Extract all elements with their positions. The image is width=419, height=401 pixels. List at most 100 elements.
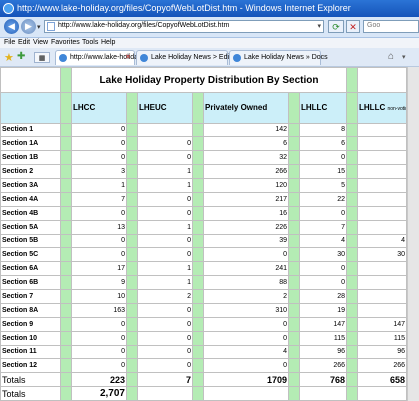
table-row: Section 3A 1 1 120 5 bbox=[0, 178, 408, 193]
cell-private: 88 bbox=[203, 275, 289, 290]
table-row: Section 11 0 0 4 96 96 bbox=[0, 344, 408, 360]
cell-lhcc: 10 bbox=[71, 289, 127, 304]
menu-bar: File Edit View Favorites Tools Help bbox=[0, 38, 419, 48]
cell-lheuc: 0 bbox=[137, 316, 193, 332]
section-label: Section 8A bbox=[0, 302, 61, 318]
menu-help[interactable]: Help bbox=[101, 39, 115, 46]
grand-total-value: 2,707 bbox=[71, 386, 127, 401]
col-header-private: Privately Owned bbox=[203, 92, 289, 124]
home-dropdown-icon[interactable]: ▾ bbox=[402, 53, 406, 61]
cell-lhllc: 6 bbox=[298, 136, 348, 152]
tab-edit[interactable]: Lake Holiday News > Edit — ... bbox=[136, 50, 248, 65]
menu-file[interactable]: File bbox=[4, 39, 15, 46]
cell-lhcc: 0 bbox=[71, 136, 127, 152]
cell-lheuc: 0 bbox=[137, 205, 193, 221]
page-title: Lake Holiday Property Distribution By Se… bbox=[70, 67, 348, 94]
close-tab-icon[interactable]: ✕ bbox=[125, 53, 131, 61]
cell-lhllc: 0 bbox=[298, 150, 348, 166]
tab-current[interactable]: http://www.lake-holiday... ✕ bbox=[55, 50, 147, 65]
search-input[interactable]: Goo bbox=[363, 20, 419, 33]
cell-private: 16 bbox=[203, 205, 289, 221]
cell-lhllc-nonvoting bbox=[357, 136, 408, 152]
cell-lhllc: 19 bbox=[298, 302, 348, 318]
favorites-star-icon[interactable]: ★ bbox=[4, 51, 14, 64]
quick-tabs-icon[interactable]: ▦ bbox=[34, 52, 50, 63]
page-icon bbox=[47, 22, 55, 31]
section-label: Section 5C bbox=[0, 247, 61, 263]
cell-lhcc: 7 bbox=[71, 191, 127, 207]
non-voting-note: non-voting bbox=[387, 106, 406, 113]
table-row: Section 12 0 0 0 266 266 bbox=[0, 358, 408, 374]
cell-private: 217 bbox=[203, 191, 289, 207]
menu-view[interactable]: View bbox=[33, 39, 48, 46]
menu-favorites[interactable]: Favorites bbox=[51, 39, 80, 46]
cell-lheuc: 0 bbox=[137, 191, 193, 207]
table-row: Section 10 0 0 0 115 115 bbox=[0, 330, 408, 346]
distribution-table: Lake Holiday Property Distribution By Se… bbox=[0, 67, 408, 401]
cell-lhllc: 22 bbox=[298, 191, 348, 207]
stop-button[interactable]: ✕ bbox=[346, 20, 360, 33]
cell-private: 0 bbox=[203, 358, 289, 374]
tab-bar: ★ ✚ ▦ http://www.lake-holiday... ✕ Lake … bbox=[0, 48, 419, 67]
forward-button[interactable]: ▶ bbox=[21, 19, 36, 34]
cell-lhcc: 0 bbox=[71, 150, 127, 166]
section-label: Section 5B bbox=[0, 233, 61, 249]
section-label: Section 4B bbox=[0, 205, 61, 221]
table-row: Section 4A 7 0 217 22 bbox=[0, 191, 408, 207]
cell-lhllc-nonvoting bbox=[357, 261, 408, 277]
back-button[interactable]: ◀ bbox=[4, 19, 19, 34]
col-header-lhllc: LHLLC bbox=[298, 92, 348, 124]
cell-lhllc: 4 bbox=[298, 233, 348, 249]
url-input[interactable]: http://www.lake-holiday.org/files/Copyof… bbox=[44, 20, 324, 33]
refresh-button[interactable]: ⟳ bbox=[328, 20, 344, 33]
title-bar: http://www.lake-holiday.org/files/Copyof… bbox=[0, 0, 419, 17]
grand-total-row: Totals 2,707 bbox=[0, 386, 408, 401]
url-text: http://www.lake-holiday.org/files/Copyof… bbox=[58, 22, 230, 29]
page-content: Lake Holiday Property Distribution By Se… bbox=[0, 67, 419, 401]
cell-lhcc: 13 bbox=[71, 219, 127, 235]
cell-lhllc: 15 bbox=[298, 164, 348, 179]
ie-page-icon bbox=[233, 54, 241, 62]
cell-lhllc-nonvoting: 147 bbox=[357, 316, 408, 332]
cell-lhllc-nonvoting bbox=[357, 205, 408, 221]
cell-lheuc: 0 bbox=[137, 150, 193, 166]
url-dropdown-icon[interactable]: ▾ bbox=[317, 22, 321, 30]
cell-lhcc: 0 bbox=[71, 358, 127, 374]
cell-lhcc: 0 bbox=[71, 122, 127, 138]
cell-lhcc: 0 bbox=[71, 344, 127, 360]
cell-lhllc-nonvoting bbox=[357, 178, 408, 193]
total-lheuc: 7 bbox=[137, 372, 193, 388]
menu-tools[interactable]: Tools bbox=[82, 39, 98, 46]
cell-lhcc: 0 bbox=[71, 205, 127, 221]
cell-lhllc-nonvoting bbox=[357, 122, 408, 138]
cell-lhcc: 17 bbox=[71, 261, 127, 277]
history-dropdown-icon[interactable]: ▾ bbox=[37, 23, 41, 31]
table-row: Section 5C 0 0 0 30 30 bbox=[0, 247, 408, 263]
menu-edit[interactable]: Edit bbox=[18, 39, 30, 46]
cell-private: 2 bbox=[203, 289, 289, 304]
section-label: Section 2 bbox=[0, 164, 61, 179]
cell-lheuc: 1 bbox=[137, 178, 193, 193]
cell-lhllc: 0 bbox=[298, 261, 348, 277]
cell-lhllc: 5 bbox=[298, 178, 348, 193]
home-icon[interactable]: ⌂ bbox=[388, 51, 394, 62]
cell-lhllc: 115 bbox=[298, 330, 348, 346]
add-favorites-icon[interactable]: ✚ bbox=[17, 51, 25, 62]
cell-lhllc: 7 bbox=[298, 219, 348, 235]
col-header-lheuc: LHEUC bbox=[137, 92, 193, 124]
total-lhllc: 768 bbox=[298, 372, 348, 388]
table-row: Section 1A 0 0 6 6 bbox=[0, 136, 408, 152]
table-row: Section 1B 0 0 32 0 bbox=[0, 150, 408, 166]
cell-lhllc-nonvoting bbox=[357, 150, 408, 166]
address-bar: ◀ ▶ ▾ http://www.lake-holiday.org/files/… bbox=[0, 17, 419, 38]
total-lhllc-nonvoting: 658 bbox=[357, 372, 408, 388]
section-label: Section 7 bbox=[0, 289, 61, 304]
cell-lhllc: 8 bbox=[298, 122, 348, 138]
tab-docs[interactable]: Lake Holiday News » Docs bbox=[229, 50, 328, 65]
cell-lhllc: 266 bbox=[298, 358, 348, 374]
vertical-scrollbar[interactable] bbox=[407, 67, 419, 401]
section-label: Section 1B bbox=[0, 150, 61, 166]
cell-lhllc: 28 bbox=[298, 289, 348, 304]
section-label: Section 6A bbox=[0, 261, 61, 277]
cell-private: 120 bbox=[203, 178, 289, 193]
